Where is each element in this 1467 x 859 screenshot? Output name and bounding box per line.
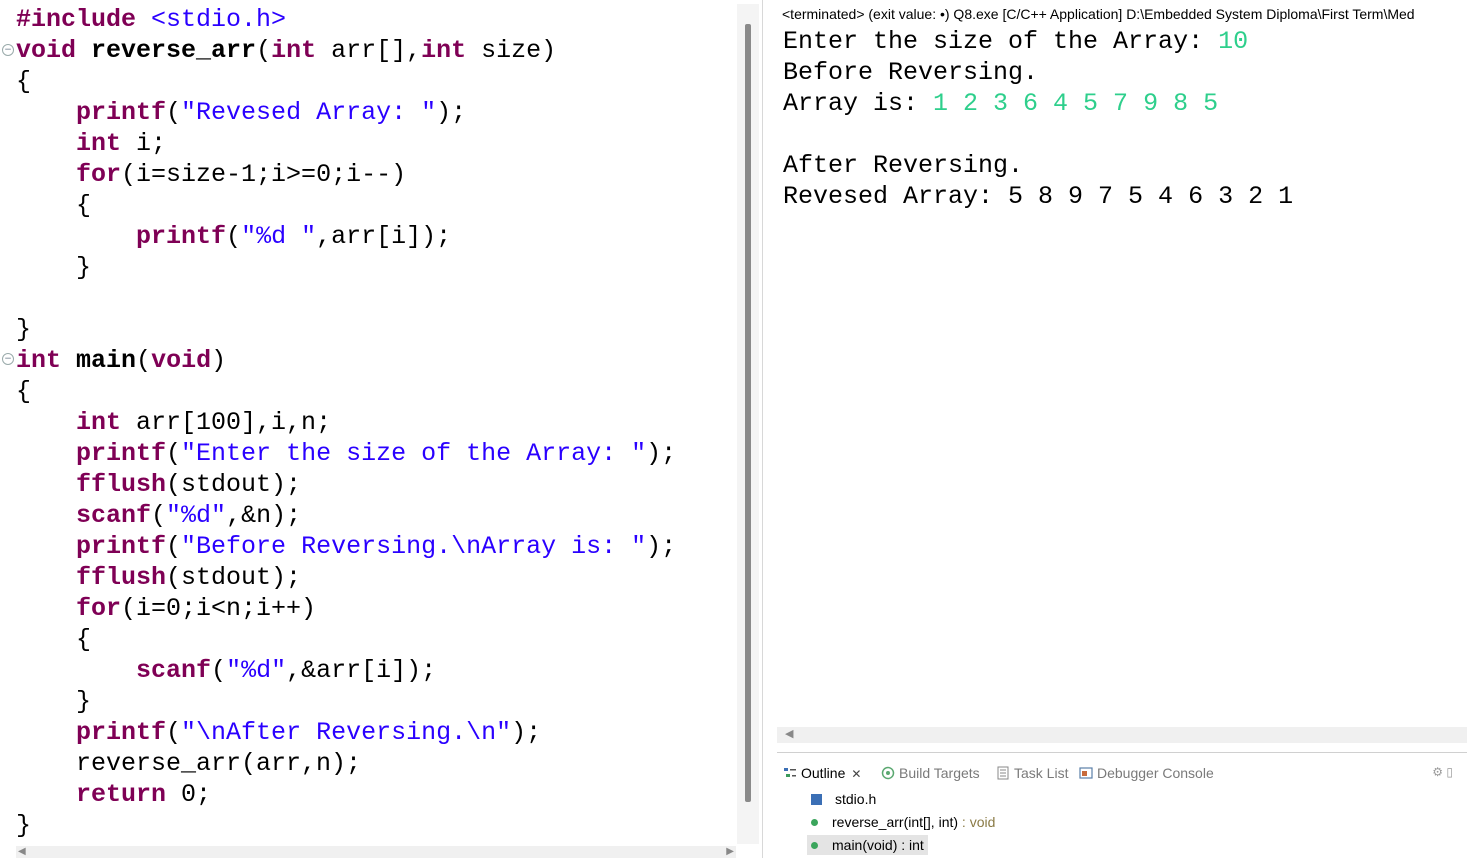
view-menu-icon[interactable]: ⚙ ▯ (1432, 765, 1453, 779)
include-icon (811, 794, 822, 805)
code-line[interactable]: printf("Revesed Array: "); (16, 97, 466, 128)
function-icon (811, 842, 818, 849)
outline-panel: Outline ✕ Build Targets Task List Debugge… (777, 752, 1467, 859)
console-status-header: <terminated> (exit value: •) Q8.exe [C/C… (782, 6, 1415, 22)
editor-scroll-thumb[interactable] (745, 24, 751, 802)
console-line: Enter the size of the Array: 10 (783, 27, 1249, 56)
console-user-input: 1 2 3 6 4 5 7 9 8 5 (933, 89, 1219, 118)
code-line[interactable]: printf("\nAfter Reversing.\n"); (16, 717, 541, 748)
code-line[interactable]: for(i=size-1;i>=0;i--) (16, 159, 406, 190)
code-line[interactable]: { (16, 624, 91, 655)
code-line[interactable]: printf("%d ",arr[i]); (16, 221, 451, 252)
console-horizontal-scrollbar[interactable]: ◀ (777, 727, 1467, 743)
code-line[interactable]: fflush(stdout); (16, 562, 301, 593)
tab-task-list[interactable]: Task List (996, 763, 1068, 783)
code-line[interactable]: scanf("%d",&arr[i]); (16, 655, 436, 686)
function-icon (811, 819, 818, 826)
outline-item-function[interactable]: reverse_arr(int[], int) : void (811, 812, 995, 832)
pane-divider[interactable] (762, 0, 777, 858)
outline-item-function[interactable]: main(void) : int (807, 835, 928, 855)
code-line[interactable]: #include <stdio.h> (16, 4, 286, 35)
code-line[interactable]: } (16, 314, 31, 345)
scroll-left-arrow-icon[interactable]: ◀ (785, 727, 793, 740)
fold-toggle-icon[interactable]: − (2, 353, 14, 365)
console-line: Before Reversing. (783, 58, 1039, 87)
code-line[interactable]: { (16, 66, 31, 97)
code-line[interactable]: printf("Before Reversing.\nArray is: "); (16, 531, 676, 562)
tab-build-targets[interactable]: Build Targets (881, 763, 980, 783)
console-line: Revesed Array: 5 8 9 7 5 4 6 3 2 1 (783, 182, 1294, 211)
scroll-right-arrow-icon[interactable]: ▶ (726, 846, 734, 857)
scroll-left-arrow-icon[interactable]: ◀ (18, 846, 26, 857)
tab-debugger-console[interactable]: Debugger Console (1079, 763, 1214, 783)
task-list-icon (997, 766, 1009, 780)
code-line[interactable]: } (16, 252, 91, 283)
close-icon[interactable]: ✕ (851, 767, 861, 781)
code-line[interactable]: int main(void) (16, 345, 226, 376)
code-line[interactable]: { (16, 376, 31, 407)
build-targets-icon (881, 766, 895, 780)
code-line[interactable]: { (16, 190, 91, 221)
code-line[interactable]: return 0; (16, 779, 211, 810)
console-view[interactable]: <terminated> (exit value: •) Q8.exe [C/C… (777, 0, 1467, 748)
editor-gutter (0, 0, 14, 858)
code-line[interactable]: scanf("%d",&n); (16, 500, 301, 531)
console-line: Array is: 1 2 3 6 4 5 7 9 8 5 (783, 89, 1219, 118)
code-line[interactable]: } (16, 810, 31, 841)
code-line[interactable]: reverse_arr(arr,n); (16, 748, 361, 779)
code-line[interactable]: } (16, 686, 91, 717)
code-editor[interactable]: − − #include <stdio.h> void reverse_arr(… (0, 0, 760, 858)
console-user-input: 10 (1218, 27, 1249, 56)
code-line[interactable]: fflush(stdout); (16, 469, 301, 500)
debugger-console-icon (1079, 767, 1093, 779)
fold-toggle-icon[interactable]: − (2, 44, 14, 56)
tab-outline[interactable]: Outline ✕ (783, 763, 861, 783)
outline-item-include[interactable]: stdio.h (811, 789, 876, 809)
code-line[interactable]: int i; (16, 128, 166, 159)
code-line[interactable]: printf("Enter the size of the Array: "); (16, 438, 676, 469)
view-tab-bar: Outline ✕ Build Targets Task List Debugge… (777, 753, 1467, 789)
code-line[interactable]: int arr[100],i,n; (16, 407, 331, 438)
outline-icon (784, 768, 796, 777)
code-line[interactable]: void reverse_arr(int arr[],int size) (16, 35, 556, 66)
code-line[interactable]: for(i=0;i<n;i++) (16, 593, 316, 624)
console-line: After Reversing. (783, 151, 1024, 180)
editor-horizontal-scrollbar[interactable]: ◀ ▶ (16, 846, 736, 858)
